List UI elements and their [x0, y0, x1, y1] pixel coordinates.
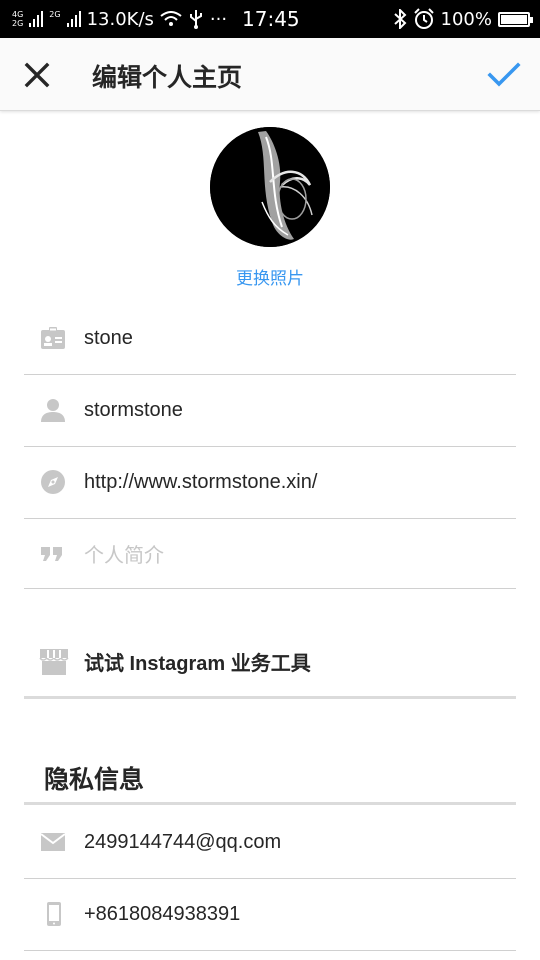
bluetooth-icon: [393, 9, 406, 29]
network-type-2-top: 2G: [49, 10, 61, 19]
mail-icon: [40, 833, 66, 851]
change-photo-link[interactable]: 更换照片: [0, 264, 540, 289]
close-icon: [24, 62, 50, 88]
business-tools-label: 试试 Instagram 业务工具: [84, 652, 311, 675]
id-card-icon: [41, 327, 65, 349]
check-icon: [487, 62, 521, 87]
clock: 17:45: [242, 7, 300, 31]
battery-icon: [498, 11, 533, 27]
website-field-row[interactable]: http://www.stormstone.xin/: [24, 446, 516, 519]
business-tools-row[interactable]: 试试 Instagram 业务工具: [24, 626, 516, 699]
status-bar: 4G 2G 2G 13.0K/s ··· 17:45 100%: [0, 0, 540, 38]
profile-avatar[interactable]: [210, 127, 330, 247]
website-field[interactable]: http://www.stormstone.xin/: [84, 471, 317, 494]
name-field[interactable]: stone: [84, 327, 133, 350]
network-speed: 13.0K/s: [86, 8, 154, 30]
battery-fill: [501, 14, 527, 24]
done-button[interactable]: [484, 56, 524, 94]
network-type-bottom: 2G: [12, 19, 24, 28]
app-header: 编辑个人主页: [0, 38, 540, 111]
alarm-icon: [413, 8, 434, 29]
bio-field-row[interactable]: 个人简介: [24, 518, 516, 589]
close-button[interactable]: [18, 58, 56, 92]
username-field[interactable]: stormstone: [84, 399, 183, 422]
phone-icon: [47, 902, 61, 926]
more-notifications: ···: [209, 8, 228, 30]
status-right: 100%: [393, 8, 533, 30]
person-icon: [41, 399, 65, 422]
email-field[interactable]: 2499144744@qq.com: [84, 831, 281, 854]
shop-icon: [39, 649, 69, 675]
battery-percent: 100%: [440, 8, 492, 30]
network-type: 4G 2G: [12, 10, 23, 28]
page-title: 编辑个人主页: [92, 64, 243, 92]
signal-icon: [29, 11, 44, 27]
usb-icon: [189, 10, 202, 29]
phone-field[interactable]: +8618084938391: [84, 903, 240, 926]
bio-field[interactable]: 个人简介: [84, 539, 164, 568]
avatar-image: [210, 127, 330, 247]
signal-icon-2: [66, 11, 81, 27]
name-field-row[interactable]: stone: [24, 302, 516, 375]
quote-icon: [41, 547, 62, 561]
network-type-top: 4G: [12, 10, 24, 19]
phone-field-row[interactable]: +8618084938391: [24, 878, 516, 951]
compass-icon: [41, 470, 65, 494]
wifi-icon: [160, 11, 182, 26]
username-field-row[interactable]: stormstone: [24, 374, 516, 447]
email-field-row[interactable]: 2499144744@qq.com: [24, 806, 516, 879]
status-left: 4G 2G 2G 13.0K/s ···: [12, 9, 227, 30]
network-type-2: 2G: [49, 10, 60, 28]
section-divider: [24, 802, 516, 805]
private-info-heading: 隐私信息: [44, 766, 145, 794]
